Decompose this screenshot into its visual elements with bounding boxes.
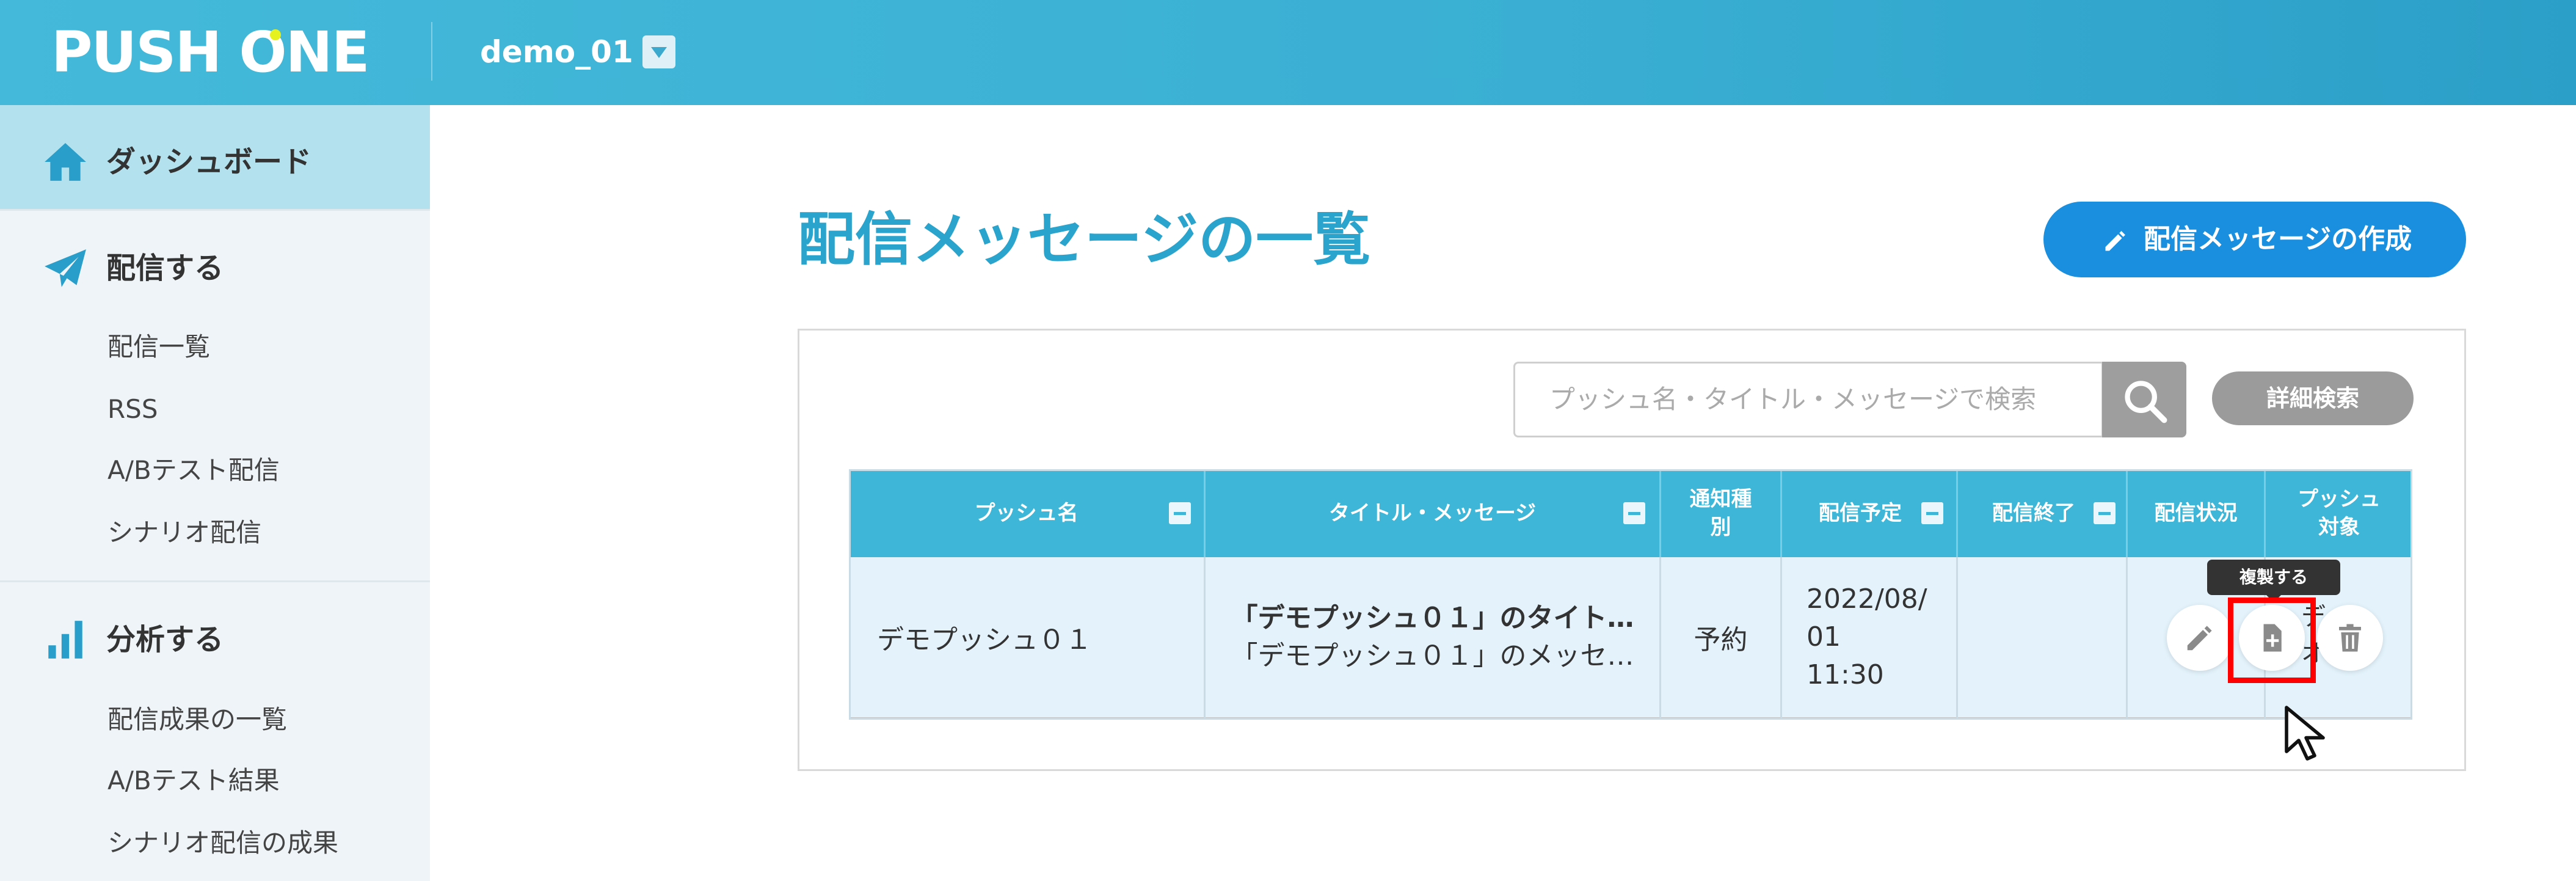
- bar-chart-icon: [48, 621, 82, 659]
- trash-icon: [2339, 624, 2361, 652]
- highlight-box: [2228, 598, 2316, 683]
- collapse-column-icon[interactable]: [1623, 502, 1645, 524]
- sidebar-divider: [0, 209, 430, 211]
- message-title: 「デモプッシュ０１」のタイト…: [1231, 602, 1634, 634]
- create-message-label: 配信メッセージの作成: [2144, 224, 2412, 255]
- column-header-target[interactable]: プッシュ 対象: [2266, 469, 2412, 557]
- sidebar-item-rss[interactable]: RSS: [107, 391, 158, 428]
- column-header-title-message[interactable]: タイトル・メッセージ: [1206, 469, 1661, 557]
- home-icon: [45, 143, 86, 181]
- search-button[interactable]: [2102, 362, 2186, 437]
- header-divider: [431, 22, 432, 81]
- column-header-scheduled[interactable]: 配信予定: [1782, 469, 1958, 557]
- table-cell-title-message[interactable]: 「デモプッシュ０１」のタイト… 「デモプッシュ０１」のメッセ…: [1206, 557, 1661, 720]
- account-name[interactable]: demo_01: [480, 32, 633, 72]
- collapse-column-icon[interactable]: [1169, 502, 1191, 524]
- sidebar-section-analyze[interactable]: 分析する: [106, 618, 224, 661]
- sidebar-item-scenario-results[interactable]: シナリオ配信の成果: [107, 825, 338, 861]
- edit-button[interactable]: [2167, 605, 2233, 671]
- table-cell-notify-type: 予約: [1661, 557, 1782, 720]
- delete-button[interactable]: [2317, 605, 2383, 671]
- paper-plane-icon: [45, 249, 86, 287]
- sidebar-item-delivery-list[interactable]: 配信一覧: [107, 329, 210, 365]
- duplicate-tooltip: 複製する: [2207, 560, 2340, 602]
- account-dropdown-toggle[interactable]: [642, 35, 675, 68]
- column-header-ended[interactable]: 配信終了: [1958, 469, 2128, 557]
- table-cell-push-name: デモプッシュ０１: [849, 557, 1206, 720]
- search-placeholder: プッシュ名・タイトル・メッセージで検索: [1549, 384, 2037, 414]
- column-header-notify-type[interactable]: 通知種別: [1661, 469, 1782, 557]
- push-one-logo[interactable]: PUSH O NE: [51, 23, 369, 82]
- collapse-column-icon[interactable]: [1921, 502, 1943, 524]
- page-title: 配信メッセージの一覧: [798, 207, 1371, 273]
- search-input[interactable]: プッシュ名・タイトル・メッセージで検索: [1513, 362, 2103, 437]
- pencil-icon: [2187, 626, 2212, 651]
- triangle-down-icon: [651, 47, 667, 58]
- advanced-search-button[interactable]: 詳細検索: [2212, 371, 2414, 425]
- pencil-icon: [2105, 231, 2125, 251]
- table-cell-ended: [1958, 557, 2128, 720]
- column-header-status[interactable]: 配信状況: [2128, 469, 2266, 557]
- collapse-column-icon[interactable]: [2094, 502, 2116, 524]
- sidebar-item-scenario-delivery[interactable]: シナリオ配信: [107, 514, 261, 551]
- sidebar-item-ab-test-delivery[interactable]: A/Bテスト配信: [107, 452, 280, 489]
- sidebar-divider: [0, 580, 430, 582]
- sidebar-label-dashboard: ダッシュボード: [106, 145, 312, 179]
- sidebar-item-results-list[interactable]: 配信成果の一覧: [107, 701, 287, 738]
- column-header-push-name[interactable]: プッシュ名: [849, 469, 1206, 557]
- top-header: [0, 0, 2576, 105]
- sidebar-section-deliver[interactable]: 配信する: [106, 247, 224, 290]
- search-icon: [2125, 381, 2167, 423]
- sidebar-item-ab-test-results[interactable]: A/Bテスト結果: [107, 762, 280, 799]
- create-message-button[interactable]: 配信メッセージの作成: [2043, 202, 2466, 277]
- table-cell-scheduled: 2022/08/01 11:30: [1782, 557, 1958, 720]
- mouse-cursor-icon: [2285, 706, 2325, 761]
- message-body: 「デモプッシュ０１」のメッセ…: [1231, 640, 1634, 671]
